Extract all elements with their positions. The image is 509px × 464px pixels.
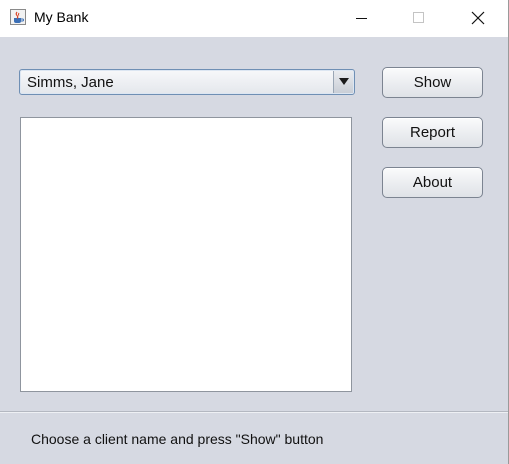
status-message: Choose a client name and press "Show" bu…: [31, 431, 324, 447]
client-select[interactable]: Simms, Jane: [19, 69, 355, 95]
report-button[interactable]: Report: [382, 117, 483, 148]
maximize-icon[interactable]: [396, 0, 442, 37]
app-window: My Bank Simms, Jane Show Report About Ch…: [0, 0, 509, 464]
client-select-value: Simms, Jane: [27, 74, 114, 91]
client-details-list[interactable]: [20, 117, 352, 392]
status-divider: [0, 411, 508, 413]
title-bar[interactable]: My Bank: [0, 0, 508, 37]
show-button[interactable]: Show: [382, 67, 483, 98]
about-button[interactable]: About: [382, 167, 483, 198]
window-title: My Bank: [34, 9, 89, 25]
dropdown-arrow-icon[interactable]: [333, 71, 353, 93]
close-icon[interactable]: [455, 0, 501, 37]
java-cup-icon: [10, 9, 26, 25]
minimize-icon[interactable]: [338, 0, 384, 37]
